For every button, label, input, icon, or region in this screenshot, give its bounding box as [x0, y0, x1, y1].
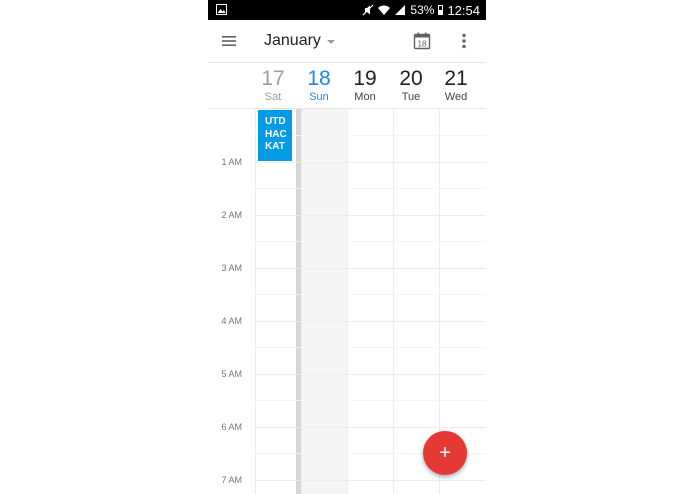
day-column-mon[interactable]: [347, 109, 393, 494]
calendar-today-icon: 18: [413, 32, 431, 50]
more-vert-icon: [462, 33, 466, 49]
menu-button[interactable]: [218, 30, 240, 52]
hour-label: 4 AM: [221, 316, 242, 326]
event-title-line: KAT: [265, 141, 285, 152]
status-time: 12:54: [447, 2, 480, 18]
battery-percent: 53%: [410, 3, 435, 17]
hour-line: [255, 215, 486, 216]
day-name: Mon: [354, 91, 376, 103]
day-number: 21: [444, 67, 468, 90]
day-name: Wed: [444, 91, 468, 103]
wifi-icon: [378, 5, 391, 15]
day-header-sun[interactable]: 18 Sun: [296, 67, 342, 104]
gallery-icon: [216, 4, 227, 15]
hour-label: 3 AM: [221, 263, 242, 273]
add-icon: +: [439, 442, 451, 464]
dropdown-caret-icon: [326, 40, 335, 44]
today-button[interactable]: 18: [411, 30, 433, 52]
half-hour-line: [255, 188, 486, 189]
hour-label: 1 AM: [221, 157, 242, 167]
day-header-mon[interactable]: 19 Mon: [342, 67, 388, 104]
day-number: 17: [261, 67, 285, 90]
day-header: 17 Sat 18 Sun 19 Mon 20 Tue 21 Wed: [208, 62, 486, 109]
hour-label: 5 AM: [221, 369, 242, 379]
half-hour-line: [255, 400, 486, 401]
event-title-line: UTD: [265, 116, 286, 127]
menu-icon: [222, 36, 236, 46]
mute-icon: [362, 4, 374, 16]
calendar-app: 53% 12:54 January 18 17 Sat 18 Sun 19 Mo…: [208, 0, 486, 494]
day-number: 20: [399, 67, 423, 90]
half-hour-line: [255, 241, 486, 242]
day-column-sun[interactable]: [301, 109, 347, 494]
day-number: 18: [307, 67, 331, 90]
hour-line: [255, 427, 486, 428]
half-hour-line: [255, 347, 486, 348]
battery-icon: [438, 5, 444, 15]
event-title-line: HAC: [265, 128, 287, 140]
signal-icon: [395, 5, 406, 15]
hour-label: 6 AM: [221, 422, 242, 432]
hour-line: [255, 321, 486, 322]
day-name: Tue: [401, 91, 421, 103]
hour-label: 7 AM: [221, 475, 242, 485]
day-number: 19: [353, 67, 377, 90]
day-header-sat[interactable]: 17 Sat: [250, 67, 296, 104]
status-bar: 53% 12:54: [208, 0, 486, 20]
day-header-tue[interactable]: 20 Tue: [388, 67, 434, 104]
time-gutter: 1 AM 2 AM 3 AM 4 AM 5 AM 6 AM 7 AM: [208, 109, 255, 494]
hour-line: [255, 268, 486, 269]
event-card[interactable]: UTD HAC KAT: [258, 110, 292, 161]
day-name: Sun: [309, 91, 329, 103]
add-event-button[interactable]: +: [423, 431, 467, 475]
hour-line: [255, 480, 486, 481]
status-icons: 53% 12:54: [362, 0, 480, 20]
day-header-wed[interactable]: 21 Wed: [433, 67, 479, 104]
app-bar: January 18: [208, 20, 486, 62]
month-title: January: [264, 32, 321, 49]
today-icon-number: 18: [418, 39, 427, 48]
half-hour-line: [255, 294, 486, 295]
overflow-menu-button[interactable]: [453, 30, 475, 52]
day-column-sat[interactable]: [255, 109, 296, 494]
hour-line: [255, 162, 486, 163]
hour-label: 2 AM: [221, 210, 242, 220]
day-name: Sat: [264, 91, 282, 103]
hour-line: [255, 374, 486, 375]
month-dropdown[interactable]: January: [264, 30, 335, 52]
